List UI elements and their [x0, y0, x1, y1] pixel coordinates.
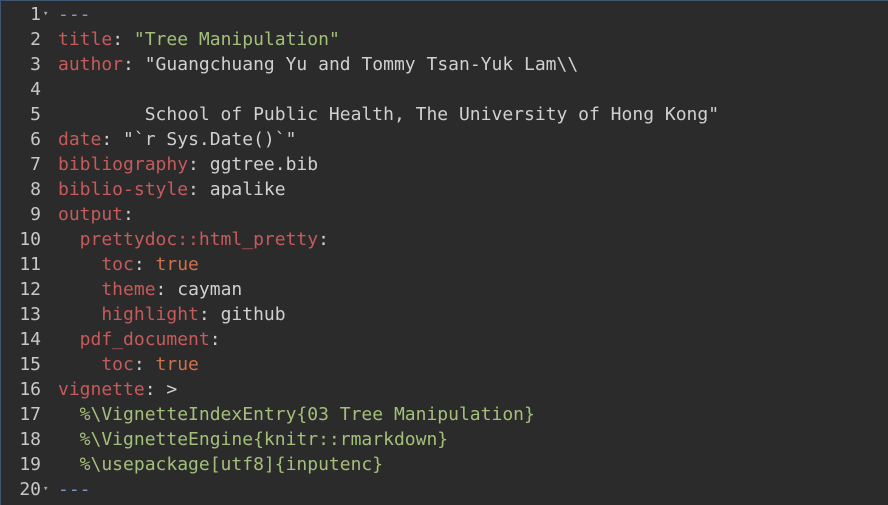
fold-toggle-icon[interactable]: ▾	[43, 2, 53, 27]
line-number: 11	[19, 254, 41, 275]
code-token: : >	[144, 379, 178, 400]
code-text: %\usepackage[utf8]{inputenc}	[58, 452, 383, 477]
code-token: title	[58, 29, 113, 50]
code-token: :	[101, 129, 124, 150]
code-token: %\VignetteIndexEntry{03 Tree Manipulatio…	[58, 404, 535, 425]
code-token: %\VignetteEngine{knitr::rmarkdown}	[58, 429, 449, 450]
code-text: bibliography: ggtree.bib	[58, 152, 318, 177]
code-token: :	[123, 54, 145, 75]
code-text: %\VignetteEngine{knitr::rmarkdown}	[58, 427, 448, 452]
code-text: ---	[58, 2, 91, 27]
line-number: 15	[19, 354, 41, 375]
code-token: cayman	[177, 279, 243, 300]
code-token: biblio-style	[58, 179, 189, 200]
line-number: 13	[19, 304, 41, 325]
code-token: :	[123, 204, 134, 225]
code-token: %\usepackage[utf8]{inputenc}	[58, 454, 384, 475]
code-token: :	[209, 329, 221, 350]
line-number: 8	[30, 179, 41, 200]
code-text: School of Public Health, The University …	[58, 102, 719, 127]
line-number: 20	[19, 479, 41, 500]
line-number: 4	[30, 79, 41, 100]
code-token: ---	[58, 479, 91, 500]
code-token: output	[58, 204, 124, 225]
fold-toggle-icon[interactable]: ▾	[43, 477, 53, 502]
code-token: true	[155, 254, 199, 275]
code-text: date: "`r Sys.Date()`"	[58, 127, 296, 152]
code-text: vignette: >	[58, 377, 177, 402]
line-number: 17	[19, 404, 41, 425]
line-number: 5	[30, 104, 41, 125]
code-token: "Guangchuang Yu and Tommy Tsan-Yuk Lam\\	[144, 54, 579, 75]
line-number: 6	[30, 129, 41, 150]
code-token: :	[198, 304, 221, 325]
code-token: :	[112, 29, 134, 50]
code-token: vignette	[58, 379, 145, 400]
line-number: 12	[19, 279, 41, 300]
code-text: toc: true	[58, 252, 199, 277]
code-token: :	[133, 254, 156, 275]
code-token: bibliography	[58, 154, 189, 175]
code-text: author: "Guangchuang Yu and Tommy Tsan-Y…	[58, 52, 578, 77]
line-number: 14	[19, 329, 41, 350]
code-text: output:	[58, 202, 134, 227]
code-token: date	[58, 129, 102, 150]
code-token: author	[58, 54, 124, 75]
code-token: ggtree.bib	[209, 154, 319, 175]
code-token: :	[155, 279, 178, 300]
code-text: theme: cayman	[58, 277, 242, 302]
code-token: ---	[58, 4, 91, 25]
code-token: github	[220, 304, 286, 325]
code-token: theme	[58, 279, 156, 300]
code-token: "`r Sys.Date()`"	[123, 129, 297, 150]
code-token: toc	[58, 354, 134, 375]
line-number: 9	[30, 204, 41, 225]
code-text: title: "Tree Manipulation"	[58, 27, 340, 52]
line-number: 1	[30, 4, 41, 25]
code-token: :	[188, 154, 210, 175]
code-text: prettydoc::html_pretty:	[58, 227, 329, 252]
code-token: :	[318, 229, 329, 250]
code-token: "Tree Manipulation"	[133, 29, 340, 50]
code-text: highlight: github	[58, 302, 286, 327]
line-number: 7	[30, 154, 41, 175]
line-number: 3	[30, 54, 41, 75]
code-token: true	[155, 354, 199, 375]
code-token: :	[188, 179, 210, 200]
line-number: 10	[19, 229, 41, 250]
code-token: apalike	[209, 179, 286, 200]
line-number: 19	[19, 454, 41, 475]
code-text: ---	[58, 477, 91, 502]
line-number: 18	[19, 429, 41, 450]
code-token: toc	[58, 254, 134, 275]
code-text: toc: true	[58, 352, 199, 377]
code-token: highlight	[58, 304, 199, 325]
code-editor[interactable]: 1 ▾ --- 2 title: "Tree Manipulation" 3 author:…	[0, 0, 888, 505]
code-text: pdf_document:	[58, 327, 221, 352]
line-number: 16	[19, 379, 41, 400]
code-text: %\VignetteIndexEntry{03 Tree Manipulatio…	[58, 402, 535, 427]
code-token: :	[133, 354, 156, 375]
code-token: pdf_document	[58, 329, 210, 350]
code-token: prettydoc::html_pretty	[58, 229, 319, 250]
code-token: School of Public Health, The University …	[58, 104, 720, 125]
code-text: biblio-style: apalike	[58, 177, 286, 202]
line-number: 2	[30, 29, 41, 50]
